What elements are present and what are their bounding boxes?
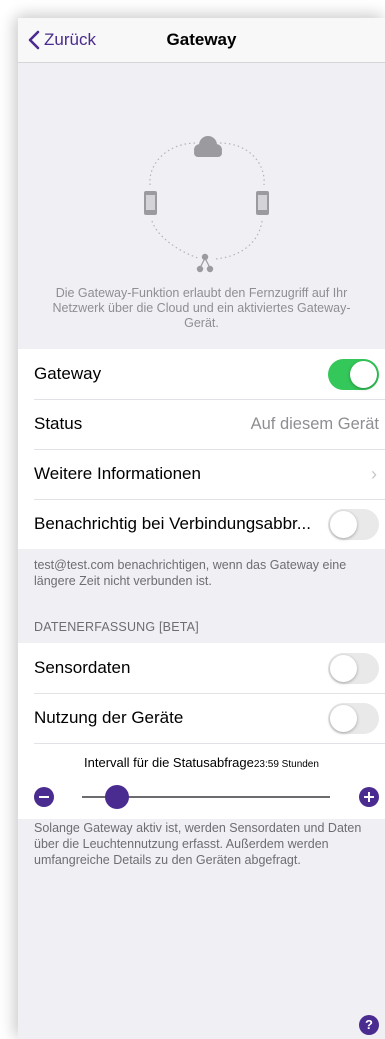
disconnect-notify-row: Benachrichtig bei Verbindungsabbr... [18,499,385,549]
device-usage-label: Nutzung der Geräte [34,708,184,727]
network-icon [196,253,214,273]
device-usage-row: Nutzung der Geräte [18,693,385,743]
screen: Zurück Gateway Die Gateway-Funktion erla… [18,18,385,1039]
device-usage-toggle[interactable] [328,703,379,734]
gateway-toggle[interactable] [328,359,379,390]
chevron-right-icon: › [371,463,377,484]
interval-row: Intervall für die Statusabfrage23:59 Stu… [18,743,385,819]
disconnect-notify-label: Benachrichtig bei Verbindungsabbr... [34,514,311,533]
gateway-label: Gateway [34,364,102,383]
data-collection-group: Sensordaten Nutzung der Geräte Intervall… [18,643,385,819]
interval-slider-block: Intervall für die Statusabfrage23:59 Stu… [18,743,385,823]
interval-value: 23:59 Stunden [253,759,319,770]
page-title: Gateway [166,30,237,49]
gateway-row: Gateway [18,349,385,399]
gateway-illustration [18,63,385,288]
more-info-row[interactable]: Weitere Informationen › [18,449,385,499]
interval-label-line: Intervall für die Statusabfrage23:59 Stu… [18,755,385,770]
disconnect-notify-toggle[interactable] [328,509,379,540]
notify-footer: test@test.com benachrichtigen, wenn das … [34,558,347,588]
gateway-settings-group: Gateway Status Auf diesem Gerät Weitere … [18,349,385,549]
gateway-description: Die Gateway-Funktion erlaubt den Fernzug… [52,286,351,330]
status-label: Status [34,414,83,433]
cloud-icon [194,136,222,157]
sensor-data-label: Sensordaten [34,658,131,677]
data-section-header: DATENERFASSUNG [BETA] [34,620,199,634]
more-info-label: Weitere Informationen [34,464,201,483]
sensor-data-row: Sensordaten [18,643,385,693]
status-value: Auf diesem Gerät [250,414,379,433]
status-row: Status Auf diesem Gerät [18,399,385,449]
interval-slider-thumb[interactable] [104,785,129,809]
increase-interval-button[interactable] [359,787,379,807]
phone-right-icon [256,191,269,215]
data-footer: Solange Gateway aktiv ist, werden Sensor… [34,821,362,867]
navigation-bar: Zurück Gateway [18,18,385,63]
decrease-interval-button[interactable] [34,787,54,807]
phone-left-icon [144,191,157,215]
sensor-data-toggle[interactable] [328,653,379,684]
help-button[interactable]: ? [359,1015,379,1035]
connection-arcs [149,142,265,260]
interval-label: Intervall für die Statusabfrage [84,755,254,770]
